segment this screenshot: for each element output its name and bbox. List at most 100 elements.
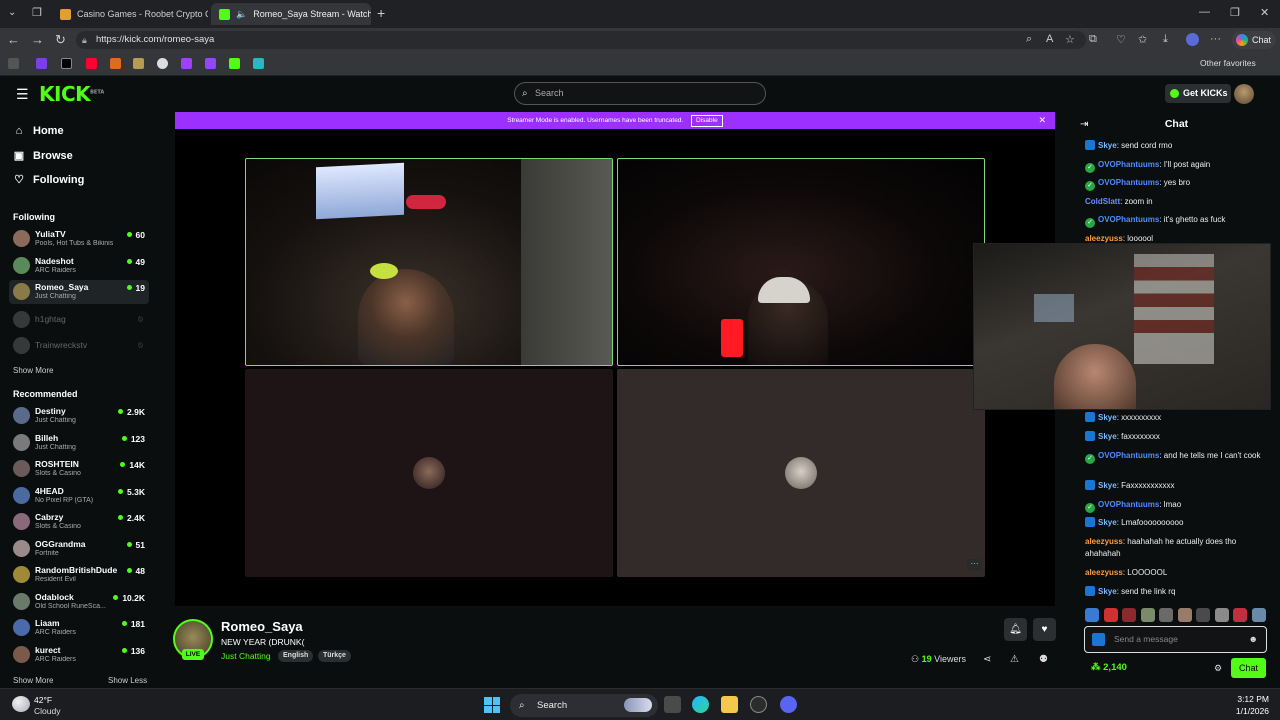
profile-icon[interactable]: [1186, 33, 1199, 46]
github-bookmark-icon[interactable]: [157, 58, 168, 69]
chat-username[interactable]: OVOPhantuums: [1098, 178, 1159, 187]
chat-username[interactable]: OVOPhantuums: [1098, 215, 1159, 224]
close-banner-icon[interactable]: ✕: [1038, 112, 1046, 129]
kick-bookmark-icon[interactable]: [229, 58, 240, 69]
sidebar-channel[interactable]: Destiny Just Chatting 2.9K: [9, 404, 149, 428]
user-options-icon[interactable]: ⚉: [1039, 654, 1048, 665]
nav-browse[interactable]: ▣ Browse: [13, 149, 73, 163]
sidebar-channel[interactable]: YuliaTV Pools, Hot Tubs & Bikinis 60: [9, 227, 149, 251]
video-player[interactable]: Streamer Mode is enabled. Usernames have…: [175, 112, 1055, 606]
chat-username[interactable]: Skye: [1098, 413, 1117, 422]
bookmark-icon[interactable]: [110, 58, 121, 69]
emote-icon[interactable]: [1159, 608, 1173, 622]
send-chat-button[interactable]: Chat: [1231, 658, 1266, 678]
sidebar-channel[interactable]: OGGrandma Fortnite 51: [9, 537, 149, 561]
show-more-following-button[interactable]: Show More: [13, 366, 53, 375]
sidebar-channel[interactable]: 4HEAD No Pixel RP (GTA) 5.3K: [9, 484, 149, 508]
address-bar[interactable]: 🔒︎ https://kick.com/romeo-saya: [76, 31, 1086, 49]
chat-username[interactable]: Skye: [1098, 481, 1117, 490]
tag-turkce[interactable]: Türkçe: [318, 650, 351, 662]
task-view-icon[interactable]: [664, 696, 681, 713]
chat-username[interactable]: ColdSlatt: [1085, 197, 1120, 206]
bookmark-icon[interactable]: [253, 58, 264, 69]
x-bookmark-icon[interactable]: [61, 58, 72, 69]
chat-username[interactable]: aleezyuss: [1085, 234, 1123, 243]
stream-category[interactable]: Just Chatting: [221, 651, 271, 661]
extensions-icon[interactable]: ⧉: [1089, 33, 1097, 46]
emote-icon[interactable]: [1177, 608, 1192, 622]
sidebar-channel[interactable]: kurect ARC Raiders 136: [9, 643, 149, 667]
tab-actions-icon[interactable]: ⌄: [8, 7, 16, 18]
emote-icon[interactable]: [1196, 608, 1210, 622]
read-aloud-icon[interactable]: A: [1046, 33, 1053, 45]
discord-icon[interactable]: [780, 696, 797, 713]
emote-icon[interactable]: [1140, 608, 1155, 622]
twitch-bookmark-icon[interactable]: [205, 58, 216, 69]
chat-username[interactable]: OVOPhantuums: [1098, 500, 1159, 509]
minimize-icon[interactable]: —: [1199, 6, 1210, 18]
favorites-icon[interactable]: ✩: [1138, 33, 1147, 46]
chat-username[interactable]: OVOPhantuums: [1098, 451, 1159, 460]
tag-english[interactable]: English: [278, 650, 314, 662]
chat-username[interactable]: OVOPhantuums: [1098, 160, 1159, 169]
show-less-button[interactable]: Show Less: [108, 676, 147, 685]
close-window-icon[interactable]: ✕: [1260, 6, 1269, 19]
chat-username[interactable]: Skye: [1098, 432, 1117, 441]
copilot-chat-button[interactable]: Chat: [1232, 31, 1276, 49]
speaker-icon[interactable]: 🔈: [236, 9, 247, 20]
chat-username[interactable]: aleezyuss: [1085, 537, 1123, 546]
zoom-icon[interactable]: ⌕: [1026, 33, 1032, 46]
weather-widget[interactable]: 42°F Cloudy: [12, 694, 92, 718]
browser-essentials-icon[interactable]: ♡: [1116, 33, 1126, 46]
report-icon[interactable]: ⚠: [1010, 654, 1019, 665]
back-icon[interactable]: ←: [7, 32, 20, 48]
youtube-bookmark-icon[interactable]: [86, 58, 97, 69]
system-clock[interactable]: 3:12 PM 1/1/2026: [1229, 693, 1269, 717]
new-tab-button[interactable]: +: [377, 5, 385, 21]
file-explorer-icon[interactable]: [721, 696, 738, 713]
workspaces-icon[interactable]: ❐: [32, 6, 42, 19]
downloads-icon[interactable]: ⤓: [1163, 33, 1168, 46]
emote-icon[interactable]: [1214, 608, 1229, 622]
emote-icon[interactable]: [1103, 608, 1118, 622]
sidebar-channel[interactable]: Trainwreckstv ⦸: [9, 334, 149, 358]
steam-icon[interactable]: [750, 696, 767, 713]
channel-points[interactable]: ⁂ 2,140: [1091, 662, 1127, 673]
edge-icon[interactable]: [692, 696, 709, 713]
emote-icon[interactable]: [1251, 608, 1266, 622]
tile-options-button[interactable]: ···: [967, 559, 982, 571]
restore-icon[interactable]: ❐: [1230, 6, 1240, 19]
menu-icon[interactable]: ☰: [16, 86, 29, 103]
follow-button[interactable]: ♥: [1033, 618, 1056, 641]
emote-icon[interactable]: [1122, 608, 1136, 622]
share-icon[interactable]: ⋖: [983, 654, 991, 665]
user-avatar[interactable]: [1234, 84, 1254, 104]
forward-icon[interactable]: →: [31, 32, 44, 48]
get-kicks-button[interactable]: Get KICKs: [1165, 84, 1231, 103]
sidebar-channel[interactable]: Liaam ARC Raiders 181: [9, 616, 149, 640]
emoji-icon[interactable]: ☻: [1249, 627, 1258, 652]
disable-streamer-mode-button[interactable]: Disable: [691, 115, 723, 127]
bookmark-icon[interactable]: [8, 58, 19, 69]
taskbar-search[interactable]: ⌕ Search: [510, 694, 658, 717]
kick-logo[interactable]: KICKBETA: [39, 82, 104, 106]
sidebar-channel[interactable]: Odablock Old School RuneSca... 10.2K: [9, 590, 149, 614]
bookmark-icon[interactable]: [181, 58, 192, 69]
chat-username[interactable]: Skye: [1098, 141, 1117, 150]
tab-roobet[interactable]: Casino Games - Roobet Crypto Ca ×: [52, 3, 208, 25]
favorite-star-icon[interactable]: ☆: [1065, 33, 1075, 46]
windows-start-icon[interactable]: [484, 697, 500, 713]
search-input[interactable]: ⌕ Search: [514, 82, 766, 105]
chat-username[interactable]: Skye: [1098, 587, 1117, 596]
sidebar-channel[interactable]: Romeo_Saya Just Chatting 19: [9, 280, 149, 304]
sidebar-channel[interactable]: Billeh Just Chatting 123: [9, 431, 149, 455]
chat-settings-icon[interactable]: ⚙: [1214, 663, 1222, 674]
tab-kick[interactable]: 🔈 Romeo_Saya Stream - Watch ×: [211, 3, 371, 25]
chat-username[interactable]: aleezyuss: [1085, 568, 1123, 577]
sidebar-channel[interactable]: Nadeshot ARC Raiders 49: [9, 254, 149, 278]
sidebar-channel[interactable]: RandomBritishDude Resident Evil 48: [9, 563, 149, 587]
emote-icon[interactable]: [1085, 608, 1099, 622]
nav-following[interactable]: ♡ Following: [13, 173, 84, 187]
other-favorites[interactable]: Other favorites: [1200, 58, 1256, 68]
refresh-icon[interactable]: ↻: [55, 32, 66, 48]
